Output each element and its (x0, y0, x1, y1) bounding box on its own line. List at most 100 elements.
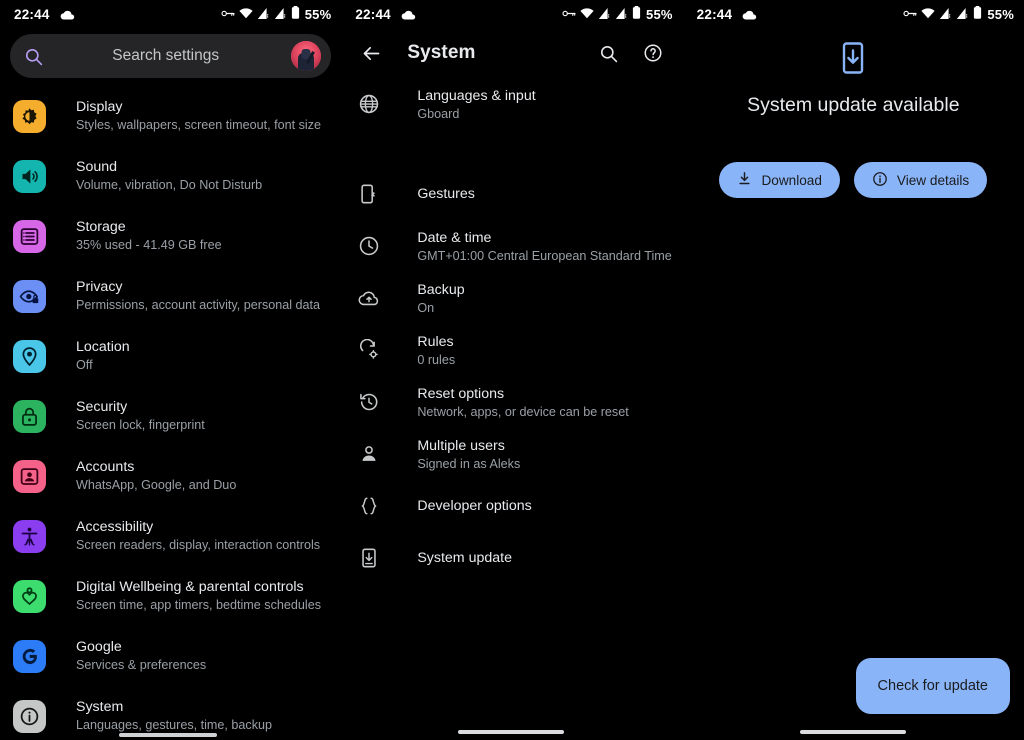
wifi-icon (921, 7, 935, 22)
status-bar-mid: 22:44 55% (341, 0, 682, 28)
list-item-multiple-users[interactable]: Multiple users Signed in as Aleks (341, 428, 682, 480)
braces-icon (355, 492, 383, 520)
globe-icon (355, 90, 383, 118)
sidebar-item-sublabel: Services & preferences (76, 658, 207, 672)
signal-bars-icon (956, 7, 969, 22)
download-button[interactable]: Download (719, 162, 840, 198)
list-item-developer-options[interactable]: Developer options (341, 480, 682, 532)
sidebar-item-label: Sound (76, 159, 118, 175)
help-circle-icon[interactable] (641, 41, 665, 65)
list-item-system-update[interactable]: System update (341, 532, 682, 584)
sidebar-item-label: Privacy (76, 279, 123, 295)
avatar[interactable] (291, 41, 322, 71)
update-available-content: System update available Download View de… (683, 28, 1024, 198)
sidebar-item-privacy[interactable]: Privacy Permissions, account activity, p… (0, 266, 341, 326)
system-update-icon (355, 544, 383, 572)
storage-icon (13, 219, 46, 253)
status-time: 22:44 (14, 6, 50, 22)
sidebar-item-label: Display (76, 99, 123, 115)
info-icon (13, 699, 46, 733)
sidebar-item-security[interactable]: Security Screen lock, fingerprint (0, 386, 341, 446)
search-bar[interactable]: Search settings (10, 34, 332, 78)
cloud-upload-icon (355, 284, 383, 312)
signal-bars-icon (598, 7, 611, 22)
status-icons-mid: 55% (562, 6, 673, 22)
search-input-placeholder[interactable]: Search settings (40, 47, 291, 65)
wellbeing-heart-icon (13, 579, 46, 613)
sidebar-item-label: Accounts (76, 459, 135, 475)
lock-icon (13, 399, 46, 433)
list-item-label: Date & time (417, 229, 492, 246)
list-item-sublabel: On (417, 300, 435, 315)
nav-gesture-pill[interactable] (119, 733, 217, 737)
signal-bars-icon (257, 7, 270, 22)
signal-bars-icon (615, 7, 628, 22)
download-button-label: Download (761, 172, 822, 188)
wifi-icon (239, 7, 253, 22)
back-arrow-icon[interactable] (357, 39, 385, 67)
list-item-label: Languages & input (417, 87, 536, 104)
battery-icon (632, 6, 641, 22)
sidebar-item-accounts[interactable]: Accounts WhatsApp, Google, and Duo (0, 446, 341, 506)
settings-list: Display Styles, wallpapers, screen timeo… (0, 78, 341, 740)
signal-bars-icon (274, 7, 287, 22)
sidebar-item-sublabel: WhatsApp, Google, and Duo (76, 478, 237, 492)
search-icon[interactable] (597, 41, 621, 65)
battery-percent: 55% (987, 6, 1014, 22)
wifi-icon (580, 7, 594, 22)
reset-history-icon (355, 388, 383, 416)
sidebar-item-accessibility[interactable]: Accessibility Screen readers, display, i… (0, 506, 341, 566)
nav-gesture-pill[interactable] (799, 730, 906, 734)
list-item-languages-input[interactable]: Languages & input Gboard (341, 78, 682, 130)
sidebar-item-sublabel: Styles, wallpapers, screen timeout, font… (76, 118, 321, 132)
download-icon (737, 171, 752, 189)
list-item-reset-options[interactable]: Reset options Network, apps, or device c… (341, 376, 682, 428)
list-item-date-time[interactable]: Date & time GMT+01:00 Central European S… (341, 220, 682, 272)
sidebar-item-label: Location (76, 339, 130, 355)
battery-percent: 55% (304, 6, 332, 22)
sidebar-item-sublabel: Screen readers, display, interaction con… (76, 538, 321, 552)
sidebar-item-digital-wellbeing[interactable]: Digital Wellbeing & parental controls Sc… (0, 566, 341, 626)
check-for-update-button[interactable]: Check for update (855, 658, 1010, 714)
sidebar-item-label: System (76, 699, 124, 715)
sidebar-item-google[interactable]: Google Services & preferences (0, 626, 341, 686)
sidebar-item-sublabel: Screen lock, fingerprint (76, 418, 205, 432)
sidebar-item-system[interactable]: System Languages, gestures, time, backup (0, 686, 341, 740)
battery-icon (973, 6, 982, 22)
vpn-key-icon (221, 7, 235, 22)
status-icons-right: 55% (903, 6, 1014, 22)
sidebar-item-location[interactable]: Location Off (0, 326, 341, 386)
nav-gesture-pill[interactable] (458, 730, 565, 734)
location-pin-icon (13, 339, 46, 373)
sidebar-item-display[interactable]: Display Styles, wallpapers, screen timeo… (0, 86, 341, 146)
list-item-rules[interactable]: Rules 0 rules (341, 324, 682, 376)
signal-bars-icon (939, 7, 952, 22)
app-header: System (341, 28, 682, 78)
view-details-button-label: View details (896, 172, 970, 188)
cloud-icon (60, 9, 75, 20)
sidebar-item-sublabel: 35% used - 41.49 GB free (76, 238, 222, 252)
google-g-icon (13, 639, 46, 673)
view-details-button[interactable]: View details (853, 162, 988, 198)
sidebar-item-sublabel: Screen time, app timers, bedtime schedul… (76, 598, 321, 612)
multi-panel-screenshot: 22:44 55% Search settings Display Styles… (0, 0, 1024, 740)
check-update-fab-wrapper: Check for update (855, 658, 1010, 714)
list-item-label: Gestures (417, 186, 475, 202)
system-list: Languages & input Gboard Gestures Date &… (341, 78, 682, 584)
sidebar-item-label: Storage (76, 219, 126, 235)
battery-percent: 55% (646, 6, 673, 22)
list-item-sublabel: Network, apps, or device can be reset (417, 404, 629, 419)
list-item-backup[interactable]: Backup On (341, 272, 682, 324)
person-icon (355, 440, 383, 468)
accounts-icon (13, 459, 46, 493)
sidebar-item-sound[interactable]: Sound Volume, vibration, Do Not Disturb (0, 146, 341, 206)
status-time: 22:44 (696, 6, 733, 22)
status-bar-left: 22:44 55% (0, 0, 341, 28)
list-item-gestures[interactable]: Gestures (341, 168, 682, 220)
settings-panel: 22:44 55% Search settings Display Styles… (0, 0, 342, 740)
list-item-sublabel: Gboard (417, 106, 460, 121)
cloud-icon (401, 9, 416, 20)
volume-icon (13, 159, 46, 193)
sidebar-item-storage[interactable]: Storage 35% used - 41.49 GB free (0, 206, 341, 266)
